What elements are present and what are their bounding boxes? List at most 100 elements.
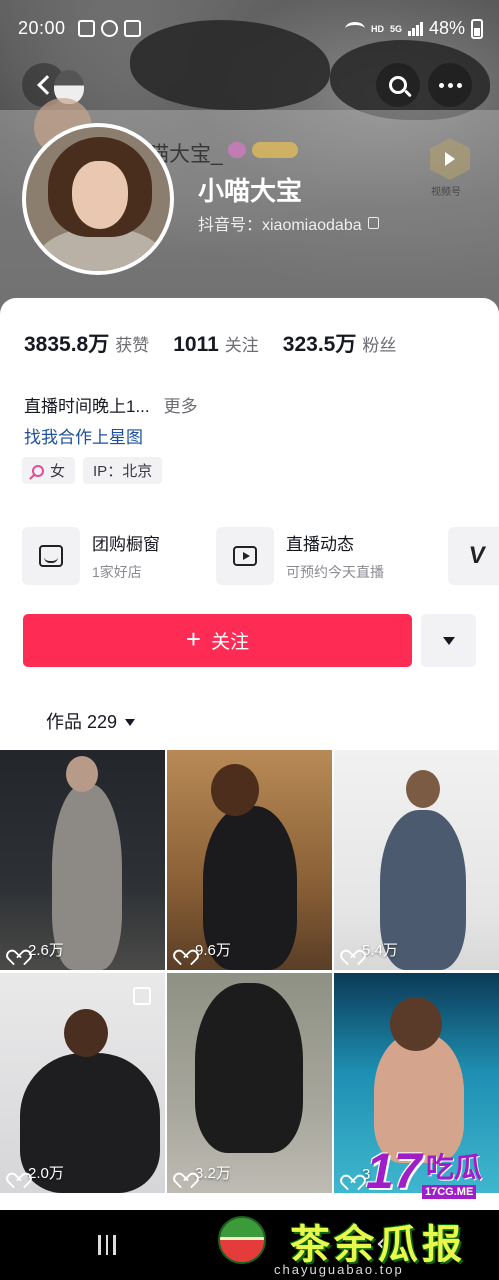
avatar[interactable] bbox=[22, 123, 174, 275]
heart-icon bbox=[177, 1166, 191, 1179]
entry-row: 团购橱窗 1家好店 直播动态 可预约今天直播 V bbox=[22, 527, 499, 587]
recommend-dropdown-button[interactable] bbox=[421, 614, 476, 667]
video-tile-head-shape bbox=[390, 997, 442, 1051]
followers-label: 粉丝 bbox=[362, 336, 397, 355]
more-entry[interactable]: V bbox=[448, 527, 499, 585]
grid-like-count-text: 3.2万 bbox=[195, 1165, 231, 1182]
plus-icon: + bbox=[185, 624, 202, 654]
battery-icon bbox=[471, 18, 483, 39]
video-tile-figure-shape bbox=[195, 983, 303, 1153]
tv-icon bbox=[233, 546, 257, 566]
video-tile[interactable]: 3.2万 bbox=[167, 973, 332, 1193]
bio-text: 直播时间晚上1... bbox=[24, 397, 150, 416]
video-tile-head-shape bbox=[406, 770, 440, 808]
follow-label: 关注 bbox=[211, 632, 250, 653]
video-tile-head-shape bbox=[64, 1009, 108, 1057]
heart-icon bbox=[344, 1168, 358, 1181]
gender-text: 女 bbox=[50, 463, 66, 480]
recent-apps-button[interactable] bbox=[98, 1235, 116, 1255]
likes-count[interactable]: 3835.8万 bbox=[24, 328, 109, 358]
watermark-tea-domain: chayuguabao.top bbox=[274, 1262, 404, 1277]
heart-icon bbox=[10, 1166, 24, 1179]
like-count: 9.6万 bbox=[177, 939, 231, 960]
stats-row: 3835.8万 获赞 1011 关注 323.5万 粉丝 bbox=[24, 328, 420, 358]
status-time: 20:00 bbox=[18, 18, 66, 38]
like-count: 2.0万 bbox=[10, 1162, 64, 1183]
group-buy-entry[interactable]: 团购橱窗 1家好店 bbox=[22, 527, 160, 585]
ip-tag: IP：北京 bbox=[83, 457, 163, 484]
check-icon bbox=[124, 20, 141, 37]
caret-down-icon bbox=[125, 718, 136, 726]
network-label-5g: 5G bbox=[389, 23, 402, 34]
search-button[interactable] bbox=[376, 63, 420, 107]
heart-icon bbox=[10, 943, 24, 956]
v-icon: V bbox=[467, 542, 487, 569]
grid-like-count-text: 9.6万 bbox=[195, 942, 231, 959]
group-buy-title: 团购橱窗 bbox=[92, 535, 160, 554]
works-tab-label: 作品 229 bbox=[46, 712, 118, 732]
vip-badge-icon bbox=[252, 142, 298, 158]
watermark-17cg-chars: 吃瓜 bbox=[426, 1152, 483, 1183]
multi-image-icon bbox=[133, 987, 151, 1005]
follow-button[interactable]: + 关注 bbox=[23, 614, 412, 667]
heart-icon bbox=[344, 943, 358, 956]
live-entry[interactable]: 直播动态 可预约今天直播 bbox=[216, 527, 384, 585]
following-label: 关注 bbox=[224, 336, 259, 355]
cooperation-link[interactable]: 找我合作上星图 bbox=[24, 423, 143, 448]
more-entry-icon-box: V bbox=[448, 527, 499, 585]
video-tile[interactable]: 9.6万 bbox=[167, 750, 332, 970]
bio-more-link[interactable]: 更多 bbox=[164, 392, 198, 417]
copy-icon[interactable] bbox=[367, 217, 379, 229]
network-label: HD bbox=[370, 23, 384, 34]
avatar-face-shape bbox=[72, 161, 128, 229]
wifi-icon bbox=[344, 21, 365, 36]
tag-row: 女 IP：北京 bbox=[22, 457, 163, 484]
caret-down-icon bbox=[442, 636, 455, 645]
like-count: 3.2万 bbox=[177, 1162, 231, 1183]
followers-count[interactable]: 323.5万 bbox=[283, 328, 357, 358]
notification-icons bbox=[78, 20, 141, 37]
watermark-17cg-domain: 17CG.ME bbox=[422, 1185, 477, 1199]
profile-card: 3835.8万 获赞 1011 关注 323.5万 粉丝 直播时间晚上1... … bbox=[0, 298, 499, 750]
watermark-17cg: 17 吃瓜 17CG.ME bbox=[366, 1142, 496, 1208]
more-dots-icon bbox=[438, 82, 462, 88]
tab-works[interactable]: 作品 229 bbox=[46, 708, 136, 734]
works-grid: 2.6万 9.6万 5.4万 2.0万 3.2万 3 bbox=[0, 750, 499, 1210]
group-buy-entry-texts: 团购橱窗 1家好店 bbox=[92, 530, 160, 582]
like-count: 5.4万 bbox=[344, 939, 398, 960]
profile-name: 小喵大宝 bbox=[198, 176, 303, 206]
watermark-chayuguabao: 茶余瓜报 chayuguabao.top bbox=[214, 1210, 496, 1280]
live-entry-texts: 直播动态 可预约今天直播 bbox=[286, 530, 384, 582]
live-entry-icon-box bbox=[216, 527, 274, 585]
heart-icon bbox=[177, 943, 191, 956]
group-buy-entry-icon-box bbox=[22, 527, 80, 585]
battery-percent: 48% bbox=[428, 18, 465, 38]
following-count[interactable]: 1011 bbox=[173, 333, 219, 357]
gender-tag: 女 bbox=[22, 457, 76, 484]
video-tile[interactable]: 2.0万 bbox=[0, 973, 165, 1193]
gallery-icon bbox=[78, 20, 95, 37]
chat-icon bbox=[101, 20, 118, 37]
ghost-badge-icon bbox=[228, 142, 246, 158]
more-button[interactable] bbox=[428, 63, 472, 107]
status-bar: 20:00 HD 5G 48% bbox=[0, 0, 499, 58]
signal-icon bbox=[407, 21, 423, 36]
video-tile[interactable]: 5.4万 bbox=[334, 750, 499, 970]
like-count: 2.6万 bbox=[10, 939, 64, 960]
watermelon-icon bbox=[218, 1216, 266, 1264]
video-tile[interactable]: 2.6万 bbox=[0, 750, 165, 970]
group-buy-sub: 1家好店 bbox=[92, 564, 142, 580]
grid-like-count-text: 5.4万 bbox=[362, 942, 398, 959]
douyin-id: 抖音号：xiaomiaodaba bbox=[198, 217, 362, 234]
likes-label: 获赞 bbox=[115, 336, 150, 355]
ip-text: IP：北京 bbox=[93, 463, 153, 480]
live-title: 直播动态 bbox=[286, 535, 354, 554]
live-sub: 可预约今天直播 bbox=[286, 564, 384, 580]
watermark-17cg-number: 17 bbox=[366, 1143, 422, 1199]
shop-icon bbox=[39, 545, 63, 567]
video-channel-label: 视频号 bbox=[431, 187, 461, 198]
status-right: HD 5G 48% bbox=[344, 18, 483, 39]
video-tile-head-shape bbox=[66, 756, 98, 792]
bio: 直播时间晚上1... 更多 bbox=[24, 392, 198, 417]
douyin-id-row[interactable]: 抖音号：xiaomiaodaba bbox=[198, 211, 379, 235]
